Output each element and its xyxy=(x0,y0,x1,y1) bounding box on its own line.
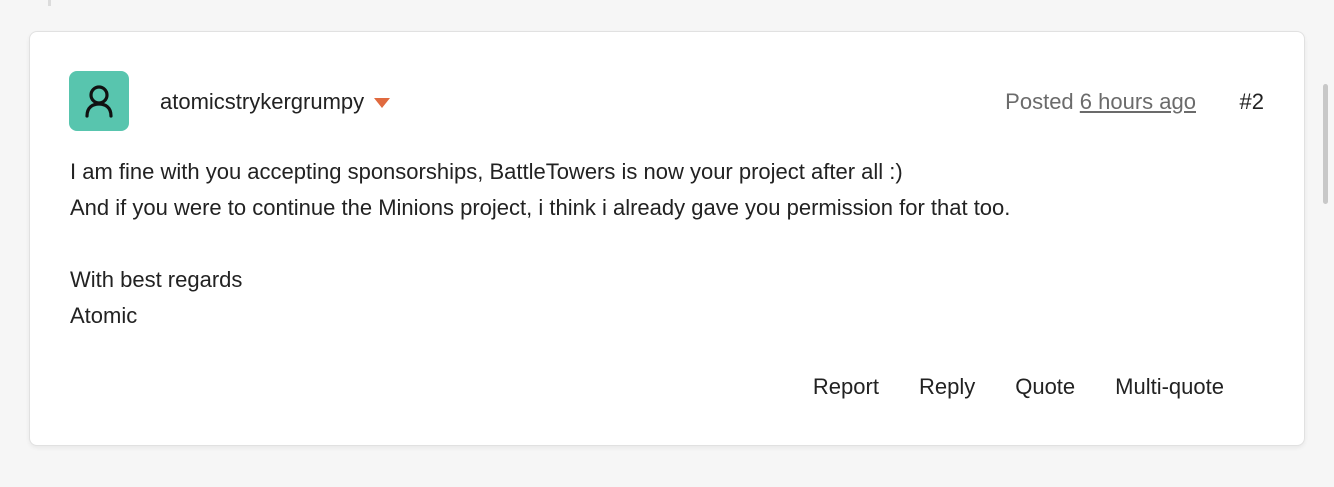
user-icon xyxy=(85,85,113,118)
author-name[interactable]: atomicstrykergrumpy xyxy=(160,89,391,115)
posted-label: Posted xyxy=(1005,89,1074,114)
posted-time-link[interactable]: 6 hours ago xyxy=(1080,89,1196,114)
thread-connector-line xyxy=(48,0,51,6)
post-body-line: And if you were to continue the Minions … xyxy=(70,195,1011,220)
post-actions: Report Reply Quote Multi-quote xyxy=(813,374,1224,400)
post-body-line: I am fine with you accepting sponsorship… xyxy=(70,159,903,184)
quote-button[interactable]: Quote xyxy=(1015,374,1075,400)
avatar[interactable] xyxy=(69,71,129,131)
chevron-down-icon[interactable] xyxy=(374,98,391,108)
forum-post-card: atomicstrykergrumpy Posted 6 hours ago #… xyxy=(29,31,1305,446)
post-body-line: With best regards xyxy=(70,267,243,292)
post-timestamp: Posted 6 hours ago xyxy=(1005,89,1196,115)
report-button[interactable]: Report xyxy=(813,374,879,400)
author-name-label[interactable]: atomicstrykergrumpy xyxy=(160,89,364,115)
scrollbar-thumb[interactable] xyxy=(1323,84,1328,204)
post-body-line: Atomic xyxy=(70,303,138,328)
post-body: I am fine with you accepting sponsorship… xyxy=(70,154,1250,334)
multi-quote-button[interactable]: Multi-quote xyxy=(1115,374,1224,400)
reply-button[interactable]: Reply xyxy=(919,374,975,400)
post-number-link[interactable]: #2 xyxy=(1240,89,1264,115)
